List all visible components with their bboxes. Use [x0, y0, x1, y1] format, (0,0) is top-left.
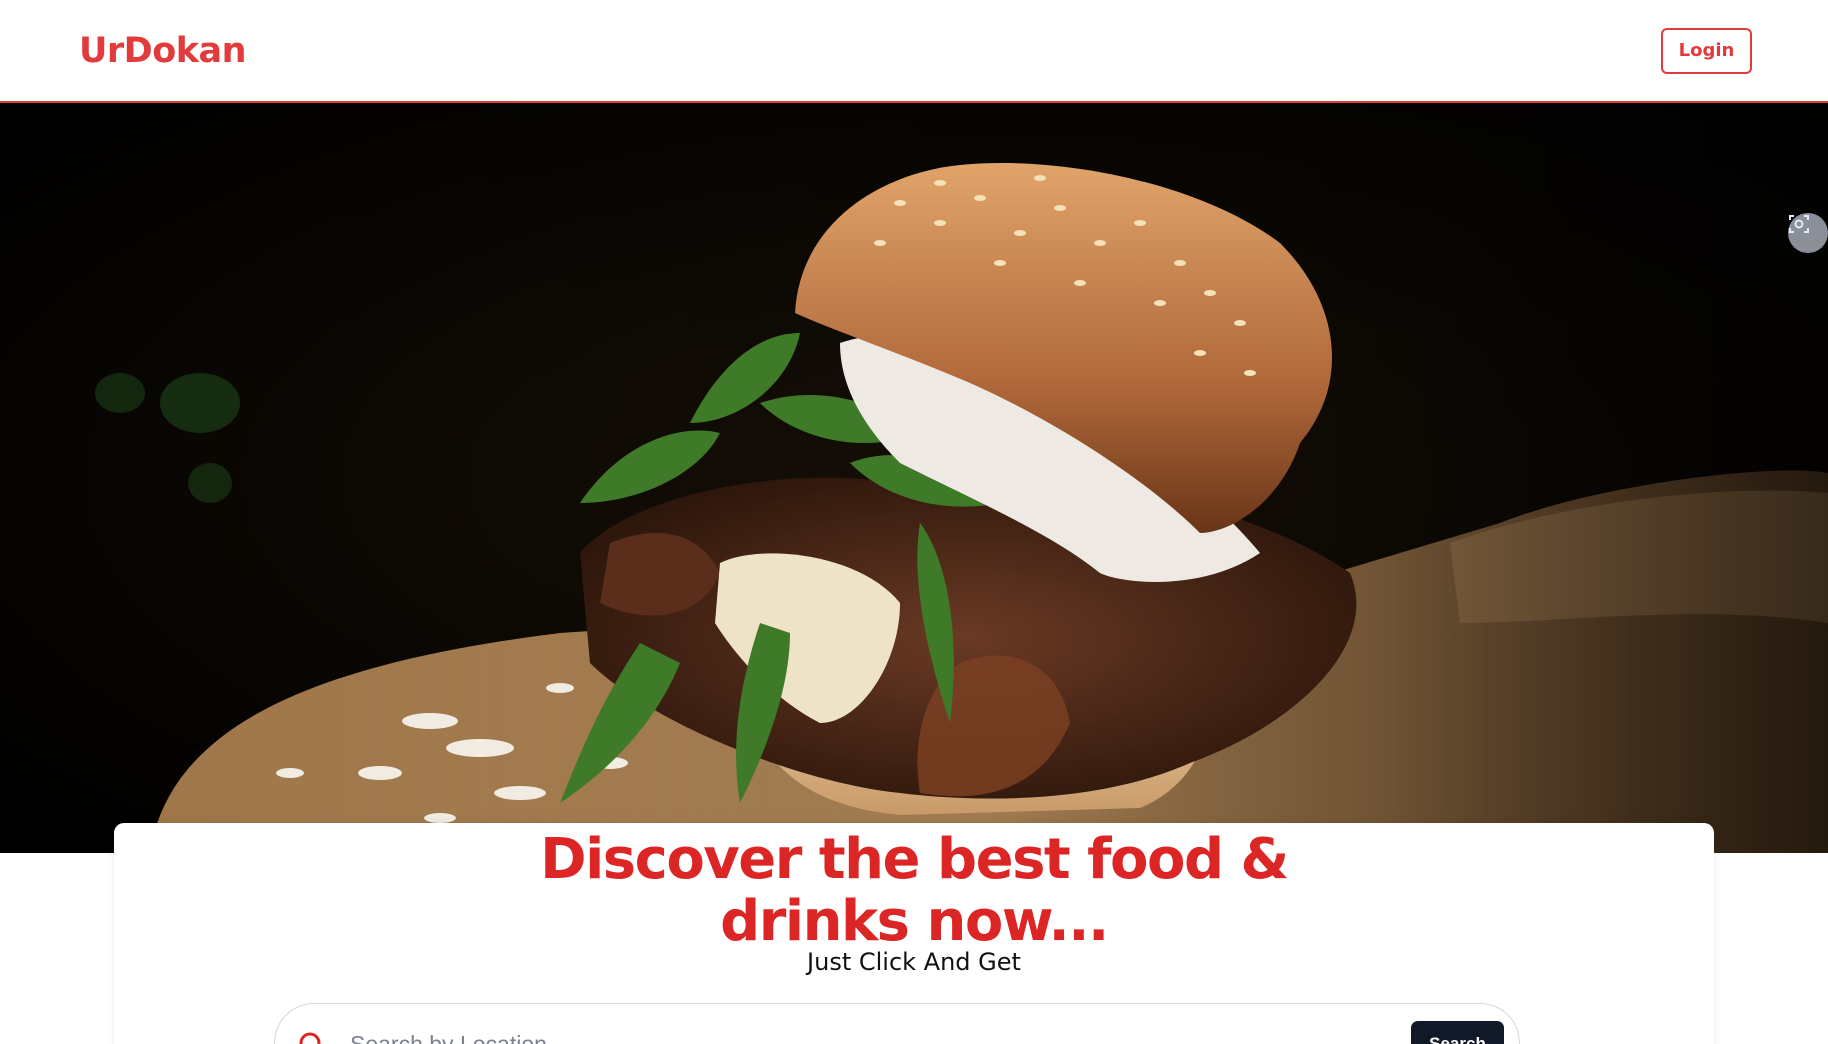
location-search-bar: Search	[274, 1003, 1520, 1044]
page-subline: Just Click And Get	[807, 948, 1021, 976]
search-button[interactable]: Search	[1411, 1021, 1504, 1044]
site-header: UrDokan Login	[0, 0, 1828, 103]
login-button[interactable]: Login	[1661, 27, 1752, 74]
hero-burger-image	[0, 103, 1828, 853]
location-search-input[interactable]	[350, 1024, 1350, 1044]
headline-line-1: Discover the best food &	[540, 827, 1289, 892]
search-card: Discover the best food & drinks now... J…	[114, 823, 1714, 1044]
site-logo[interactable]: UrDokan	[79, 31, 247, 71]
page-headline: Discover the best food & drinks now...	[114, 829, 1714, 953]
visual-search-icon[interactable]	[1788, 213, 1828, 253]
headline-line-2: drinks now...	[720, 889, 1109, 954]
hero-banner	[0, 103, 1828, 853]
search-icon	[297, 1030, 327, 1044]
